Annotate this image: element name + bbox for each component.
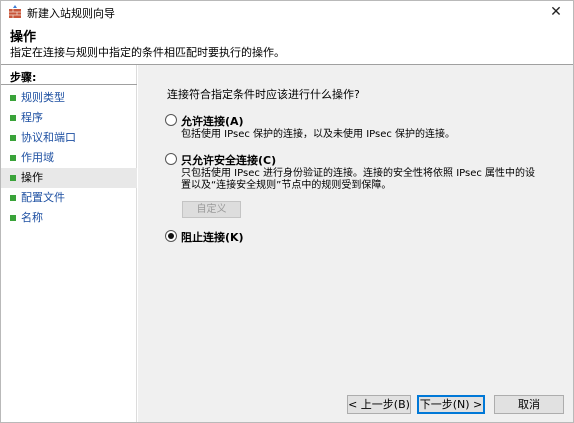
sidebar-item-label: 协议和端口	[21, 131, 76, 144]
sidebar-item-label: 名称	[21, 211, 43, 224]
sidebar-item-label: 操作	[21, 171, 43, 184]
radio-button[interactable]	[165, 230, 177, 242]
page-header: 操作 指定在连接与规则中指定的条件相匹配时要执行的操作。	[1, 23, 573, 63]
page-description: 指定在连接与规则中指定的条件相匹配时要执行的操作。	[10, 46, 285, 59]
step-bullet-icon	[10, 135, 16, 141]
sidebar-item-profile[interactable]: 配置文件	[1, 188, 137, 208]
description-line: 置以及“连接安全规则”节点中的规则受到保障。	[181, 180, 392, 191]
step-bullet-icon	[10, 175, 16, 181]
step-bullet-icon	[10, 115, 16, 121]
step-bullet-icon	[10, 215, 16, 221]
sidebar-item-program[interactable]: 程序	[1, 108, 137, 128]
action-panel: 连接符合指定条件时应该进行什么操作? 允许连接(A) 包括使用 IPsec 保护…	[138, 65, 573, 422]
sidebar-item-label: 配置文件	[21, 191, 65, 204]
sidebar-item-scope[interactable]: 作用域	[1, 148, 137, 168]
step-bullet-icon	[10, 95, 16, 101]
allow-connection-description: 包括使用 IPsec 保护的连接，以及未使用 IPsec 保护的连接。	[181, 129, 455, 141]
page-title: 操作	[10, 30, 37, 45]
sidebar-item-action[interactable]: 操作	[1, 168, 137, 188]
sidebar-item-name[interactable]: 名称	[1, 208, 137, 228]
radio-button[interactable]	[165, 153, 177, 165]
title-bar: 新建入站规则向导 ✕	[1, 1, 573, 23]
steps-sidebar: 步骤: 规则类型 程序 协议和端口 作用域 操作 配置文件 名称	[1, 65, 137, 422]
description-line: 包括使用 IPsec 保护的连接，以及未使用 IPsec 保护的连接。	[181, 129, 456, 140]
option-label: 允许连接(A)	[181, 115, 244, 128]
step-bullet-icon	[10, 155, 16, 161]
sidebar-item-protocol-ports[interactable]: 协议和端口	[1, 128, 137, 148]
cancel-button[interactable]: 取消	[494, 395, 564, 414]
close-icon: ✕	[550, 4, 562, 20]
sidebar-item-label: 程序	[21, 111, 43, 124]
customize-button[interactable]: 自定义	[182, 201, 241, 218]
steps-divider	[1, 84, 137, 85]
sidebar-item-label: 规则类型	[21, 91, 65, 104]
action-question: 连接符合指定条件时应该进行什么操作?	[167, 88, 360, 101]
back-button[interactable]: < 上一步(B)	[347, 395, 411, 414]
sidebar-item-label: 作用域	[21, 151, 54, 164]
window-title: 新建入站规则向导	[27, 7, 115, 20]
option-label: 只允许安全连接(C)	[181, 154, 277, 167]
allow-secure-connection-description: 只包括使用 IPsec 进行身份验证的连接。连接的安全性将依照 IPsec 属性…	[181, 168, 535, 192]
next-button[interactable]: 下一步(N) >	[417, 395, 485, 414]
step-bullet-icon	[10, 195, 16, 201]
wizard-window: 新建入站规则向导 ✕ 操作 指定在连接与规则中指定的条件相匹配时要执行的操作。 …	[0, 0, 574, 423]
firewall-icon	[9, 5, 21, 18]
steps-heading: 步骤:	[10, 71, 37, 84]
close-button[interactable]: ✕	[541, 2, 571, 22]
description-line: 只包括使用 IPsec 进行身份验证的连接。连接的安全性将依照 IPsec 属性…	[181, 168, 536, 179]
sidebar-item-rule-type[interactable]: 规则类型	[1, 88, 137, 108]
option-label: 阻止连接(K)	[181, 231, 244, 244]
radio-button[interactable]	[165, 114, 177, 126]
